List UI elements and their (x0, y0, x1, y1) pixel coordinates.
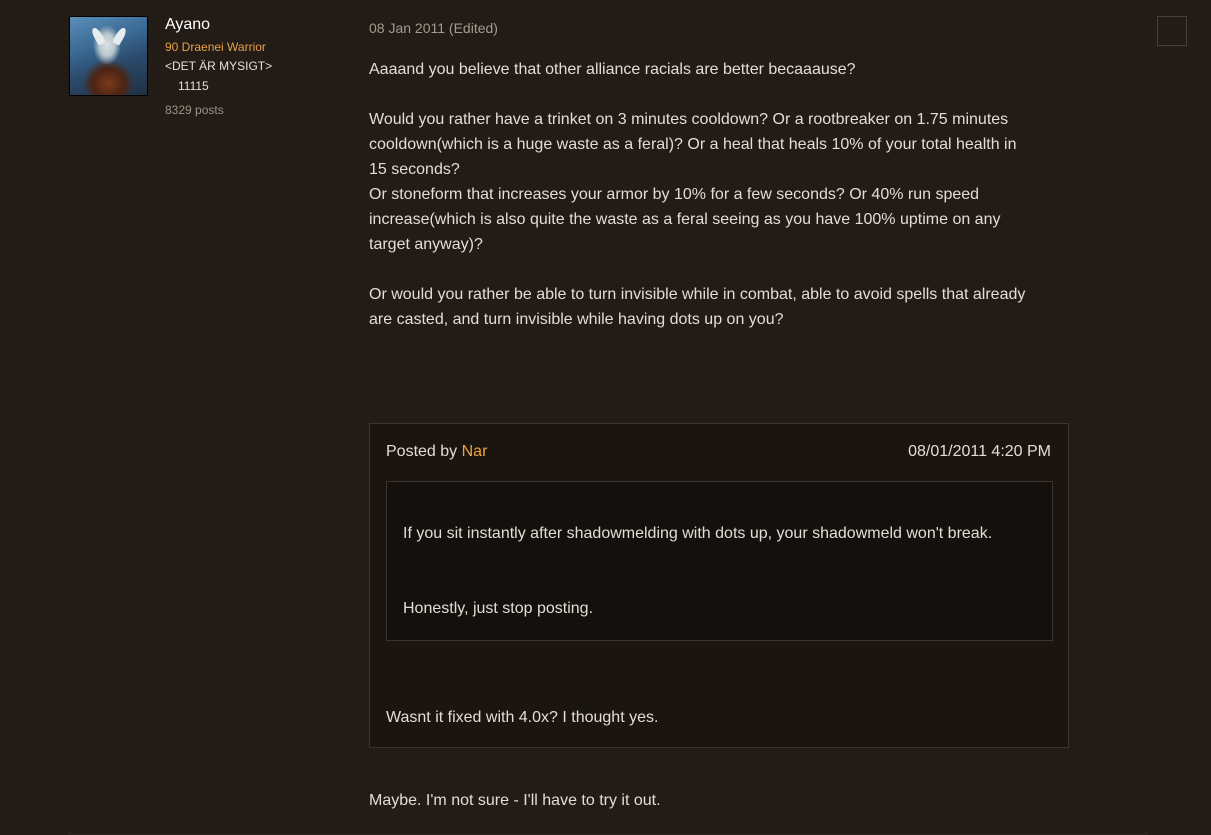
quote-block: Posted by Nar 08/01/2011 4:20 PM If you … (369, 423, 1069, 748)
post-line: target anyway)? (369, 236, 483, 253)
nested-quote-block: If you sit instantly after shadowmelding… (386, 481, 1053, 641)
post-options-icon[interactable] (1157, 16, 1187, 46)
post-date: 08 Jan 2011 (Edited) (369, 20, 498, 36)
avatar-horn-right (112, 26, 128, 46)
quote-header: Posted by Nar (386, 443, 487, 461)
author-guild: <DET ÄR MYSIGT> (165, 59, 273, 73)
author-post-count: 8329 posts (165, 103, 224, 117)
post-paragraph: Aaaand you believe that other alliance r… (369, 61, 856, 78)
author-avatar[interactable] (69, 16, 148, 96)
post-line: increase(which is also quite the waste a… (369, 211, 1001, 228)
quote-author-link[interactable]: Nar (462, 443, 488, 460)
post-line: 15 seconds? (369, 161, 460, 178)
post-line: Or would you rather be able to turn invi… (369, 286, 1026, 303)
forum-post: Ayano 90 Draenei Warrior <DET ÄR MYSIGT>… (0, 0, 1211, 835)
quote-posted-by-label: Posted by (386, 443, 458, 460)
author-class-line: 90 Draenei Warrior (165, 40, 266, 54)
nested-quote-line: If you sit instantly after shadowmelding… (403, 525, 993, 542)
nested-quote-line: Honestly, just stop posting. (403, 600, 594, 617)
post-line: cooldown(which is a huge waste as a fera… (369, 136, 1017, 153)
post-line: Or stoneform that increases your armor b… (369, 186, 980, 203)
post-closing-text: Maybe. I'm not sure - I'll have to try i… (369, 792, 661, 809)
author-achievement-points: 11115 (178, 79, 209, 93)
post-line: Would you rather have a trinket on 3 min… (369, 111, 1009, 128)
author-name-link[interactable]: Ayano (165, 16, 210, 34)
quote-timestamp: 08/01/2011 4:20 PM (908, 443, 1051, 460)
quote-reply-text: Wasnt it fixed with 4.0x? I thought yes. (386, 709, 659, 726)
avatar-horn-left (90, 26, 106, 46)
post-body: Aaaand you believe that other alliance r… (369, 57, 1079, 332)
post-line: are casted, and turn invisible while hav… (369, 311, 784, 328)
